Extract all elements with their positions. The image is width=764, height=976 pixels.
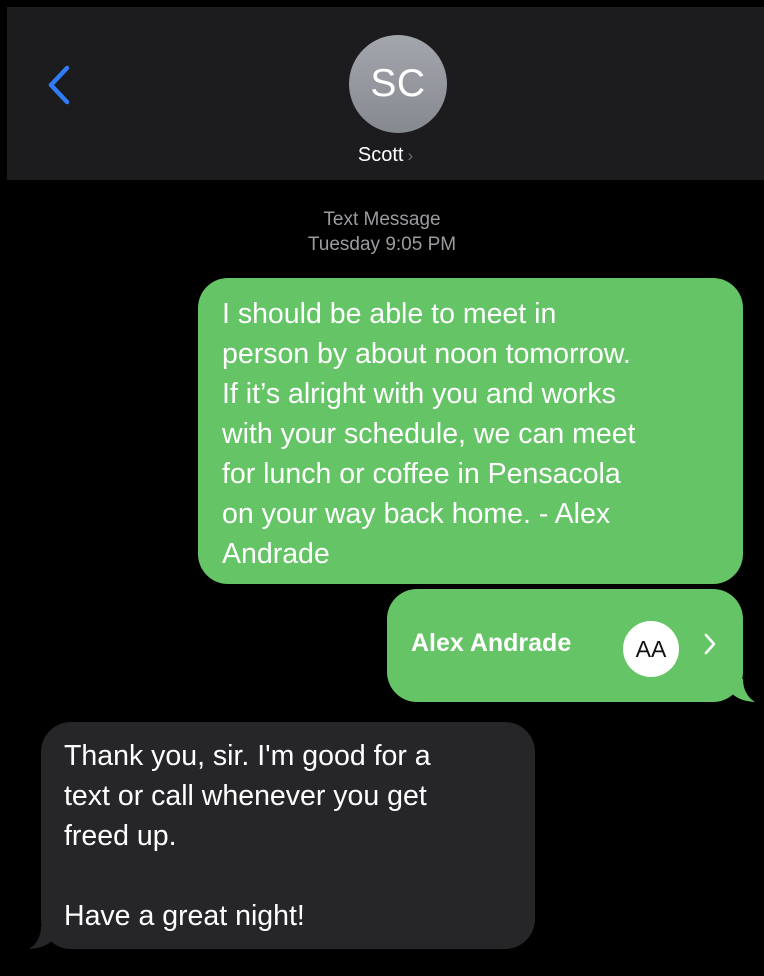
message-line: text or call whenever you get: [64, 780, 427, 812]
message-line: with your schedule, we can meet: [222, 418, 636, 450]
shared-contact-card[interactable]: Alex Andrade AA: [387, 589, 755, 702]
message-timestamp: Tuesday 9:05 PM: [307, 234, 457, 255]
contact-name-button[interactable]: Scott ›: [7, 144, 764, 167]
contact-avatar[interactable]: SC: [349, 35, 447, 133]
message-line: freed up.: [64, 820, 177, 852]
avatar-initials: SC: [370, 62, 426, 105]
message-line: for lunch or coffee in Pensacola: [222, 458, 621, 490]
message-line: I should be able to meet in: [222, 298, 557, 330]
message-line: on your way back home. - Alex: [222, 498, 611, 530]
bubble-tail: [725, 679, 755, 702]
received-message-bubble[interactable]: Thank you, sir. I'm good for a text or c…: [29, 722, 535, 949]
shared-contact-name: Alex Andrade: [411, 629, 572, 657]
shared-contact-avatar: AA: [623, 621, 679, 677]
service-label: Text Message: [323, 209, 441, 230]
message-line: Thank you, sir. I'm good for a: [64, 740, 431, 772]
message-line: Have a great night!: [64, 900, 305, 932]
chevron-right-icon: ›: [407, 146, 414, 165]
shared-contact-initials: AA: [635, 635, 667, 662]
conversation-header: SC Scott ›: [7, 7, 764, 180]
bubble-tail: [29, 926, 59, 949]
sent-message-bubble[interactable]: I should be able to meet in person by ab…: [198, 278, 743, 584]
message-line: person by about noon tomorrow.: [222, 338, 631, 370]
chevron-right-icon: [704, 633, 716, 655]
message-line: [64, 856, 515, 896]
message-line: If it’s alright with you and works: [222, 378, 616, 410]
contact-name-label: Scott: [357, 144, 404, 166]
chevron-left-icon[interactable]: [45, 65, 73, 105]
message-line: Andrade: [222, 538, 330, 570]
